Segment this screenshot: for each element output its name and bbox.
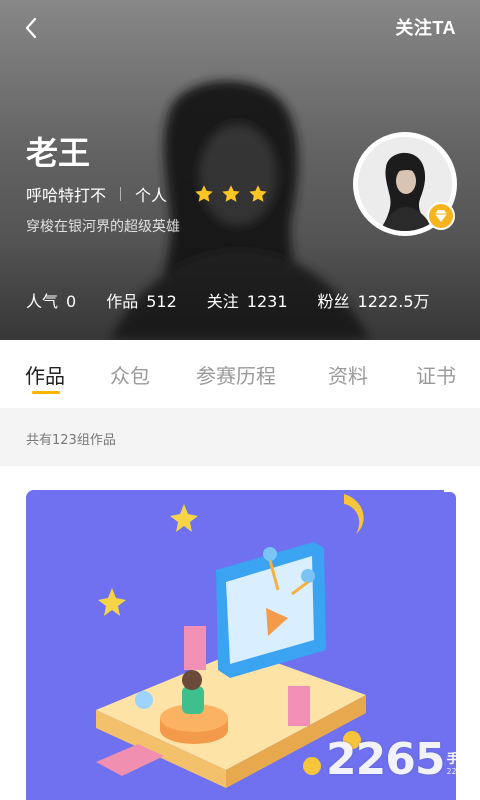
tab-crowdsourcing[interactable]: 众包 bbox=[110, 360, 150, 389]
user-location: 呼哈特打不 bbox=[26, 186, 107, 205]
stat-following[interactable]: 关注 1231 bbox=[207, 288, 288, 312]
meta-divider bbox=[120, 187, 122, 201]
star-icon bbox=[195, 185, 213, 202]
profile-tabs: 作品 众包 参赛历程 资料 证书 bbox=[0, 340, 480, 408]
watermark-digits: 2265 bbox=[326, 734, 445, 785]
user-type: 个人 bbox=[135, 186, 168, 205]
stat-popularity[interactable]: 人气 0 bbox=[26, 288, 76, 312]
stat-works[interactable]: 作品 512 bbox=[106, 288, 177, 312]
user-stats: 人气 0 作品 512 关注 1231 粉丝 1222.5万 bbox=[26, 288, 460, 312]
stat-followers[interactable]: 粉丝 1222.5万 bbox=[318, 288, 430, 312]
tab-certificates[interactable]: 证书 bbox=[416, 360, 456, 389]
active-tab-indicator bbox=[32, 391, 60, 394]
follow-button[interactable]: 关注TA bbox=[395, 14, 456, 40]
watermark-site-en: 2265.com bbox=[446, 767, 480, 776]
user-name: 老王 bbox=[26, 134, 91, 172]
chevron-left-icon bbox=[25, 17, 37, 39]
user-rating bbox=[193, 183, 269, 205]
stat-label: 人气 bbox=[26, 292, 59, 311]
stat-label: 作品 bbox=[106, 292, 139, 311]
stat-value: 0 bbox=[66, 292, 77, 311]
site-watermark: 2265 手游网 2265.com bbox=[326, 738, 480, 782]
star-icon bbox=[222, 185, 240, 202]
stat-value: 512 bbox=[146, 292, 177, 311]
watermark-site-cn: 手游网 bbox=[446, 752, 480, 767]
stat-label: 关注 bbox=[206, 292, 239, 311]
stat-label: 粉丝 bbox=[317, 292, 350, 311]
star-icon bbox=[249, 185, 267, 202]
card-corner-marker bbox=[444, 490, 458, 504]
back-button[interactable] bbox=[18, 14, 46, 42]
user-meta: 呼哈特打不 个人 bbox=[26, 182, 269, 206]
tab-profile-info[interactable]: 资料 bbox=[328, 360, 368, 389]
watermark-site: 手游网 2265.com bbox=[446, 748, 480, 776]
tab-competition-history[interactable]: 参赛历程 bbox=[196, 360, 276, 389]
tab-works[interactable]: 作品 bbox=[25, 360, 65, 389]
works-count-text: 共有123组作品 bbox=[26, 433, 116, 448]
works-count-bar: 共有123组作品 bbox=[0, 408, 480, 466]
stat-value: 1231 bbox=[246, 292, 288, 311]
user-bio: 穿梭在银河界的超级英雄 bbox=[26, 219, 180, 235]
diamond-badge-icon bbox=[427, 202, 455, 230]
stat-value: 1222.5万 bbox=[357, 292, 430, 311]
